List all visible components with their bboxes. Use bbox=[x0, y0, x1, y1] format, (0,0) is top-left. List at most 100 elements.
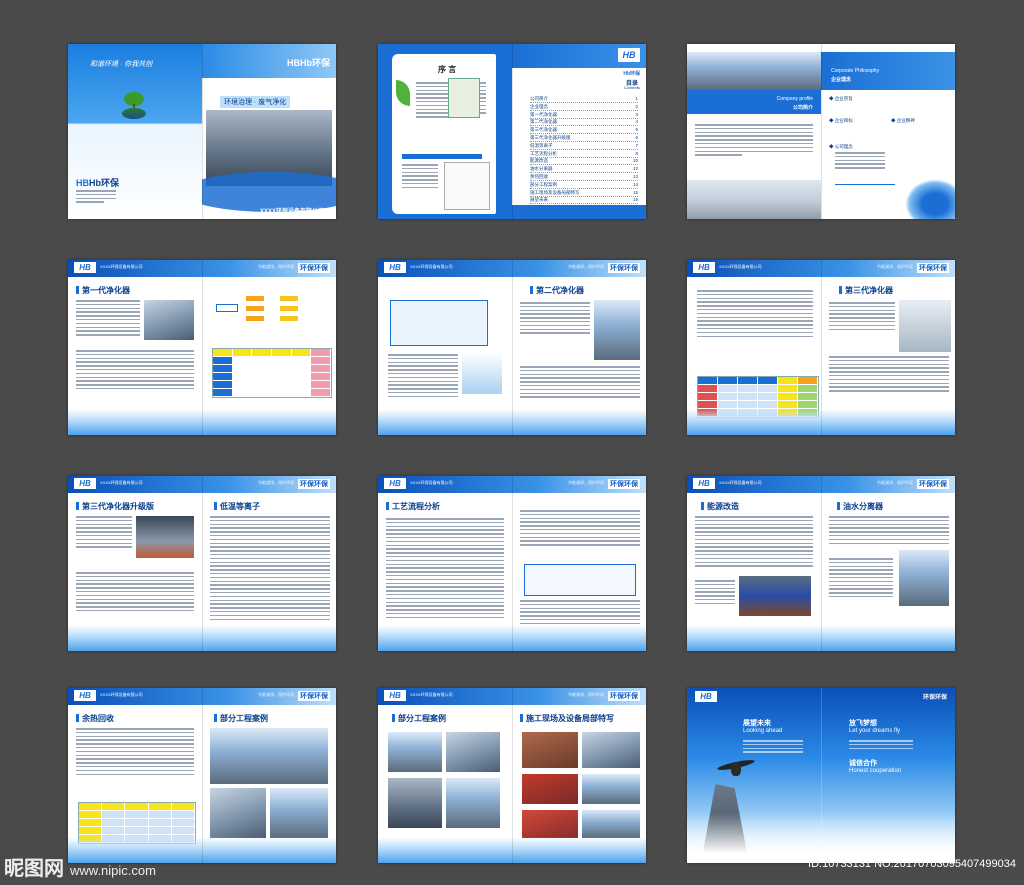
toc-item[interactable]: 能源改造 10 bbox=[530, 158, 638, 166]
toc-item-page: 13 bbox=[632, 174, 638, 179]
toc-item[interactable]: 第三代净化器升级版 6 bbox=[530, 135, 638, 142]
toc-item-page: 12 bbox=[632, 166, 638, 172]
coop-cn: 诚信合作 bbox=[849, 760, 877, 767]
cover-logo: HBHb环保 bbox=[76, 178, 119, 188]
site-photo-7 bbox=[522, 774, 578, 804]
site-photo-4 bbox=[446, 778, 500, 828]
toc-item-label: 油水分离器 bbox=[530, 166, 553, 172]
preface-subheading bbox=[402, 154, 482, 159]
philosophy-item-2: ◆ 企业目标 bbox=[829, 118, 853, 123]
heat-title: 余热回收 bbox=[76, 713, 114, 724]
toc-item[interactable]: 施工现场及设备局部特写 15 bbox=[530, 190, 638, 197]
toc-item[interactable]: 低温等离子 7 bbox=[530, 143, 638, 150]
energy-title: 能源改造 bbox=[701, 501, 739, 512]
site-title: 施工现场及设备局部特写 bbox=[520, 713, 614, 724]
calligraphy-text bbox=[835, 184, 895, 205]
toc-item[interactable]: 余热回收 13 bbox=[530, 174, 638, 181]
process-title: 工艺流程分析 bbox=[386, 501, 440, 512]
toc-item-page: 7 bbox=[635, 142, 638, 148]
toc-item-page: 19 bbox=[632, 197, 638, 203]
energy-oil-spread: HB XXXX环保设备有限公司 节能减排，保护环境 环保环保 能源改造 油水分离器 bbox=[687, 476, 955, 651]
preface-title: 序 言 bbox=[438, 65, 457, 74]
company-spread: Company profile 公司简介 Corporate Philosoph… bbox=[687, 44, 955, 219]
toc-item[interactable]: 第一代净化器 3 bbox=[530, 112, 638, 119]
company-profile-text bbox=[695, 124, 813, 158]
toc-item-page: 14 bbox=[632, 181, 638, 187]
toc-item-label: 工艺流程分析 bbox=[530, 150, 557, 156]
eagle-icon bbox=[716, 756, 756, 778]
toc-item-page: 2 bbox=[635, 103, 638, 109]
blue-leaves-icon bbox=[905, 179, 955, 219]
future-cn: 展望未来 bbox=[743, 720, 771, 727]
toc-item[interactable]: 第三代净化器 5 bbox=[530, 127, 638, 135]
company-profile-en: Company profile bbox=[776, 96, 813, 102]
gen3-photo bbox=[899, 300, 951, 352]
toc-item-label: 部分工程案例 bbox=[530, 181, 557, 187]
certificate-image bbox=[448, 78, 480, 118]
toc-item[interactable]: 部分工程案例 14 bbox=[530, 182, 638, 189]
toc-item-label: 第三代净化器升级版 bbox=[530, 135, 571, 140]
gen1-title: 第一代净化器 bbox=[76, 285, 130, 296]
toc-item-label: 企业理念 bbox=[530, 103, 548, 109]
office-photo bbox=[687, 52, 821, 90]
gen2-spread: HB XXXX环保设备有限公司 节能减排，保护环境 环保环保 第二代净化器 bbox=[378, 260, 646, 435]
philosophy-item-0: ◆ 企业宗旨 bbox=[829, 96, 853, 101]
company-profile-cn: 公司简介 bbox=[792, 105, 813, 111]
toc-item[interactable]: 油水分离器 12 bbox=[530, 166, 638, 174]
site-photo-3 bbox=[388, 778, 442, 828]
cover-slogan: 和谐环境 · 你我共创 bbox=[90, 61, 153, 68]
toc-item-label: 展望未来 bbox=[530, 197, 548, 203]
gen3-spread: HB XXXX环保设备有限公司 节能减排，保护环境 环保环保 第三代净化器 bbox=[687, 260, 955, 435]
philosophy-item-3: ◆ 公司理念 bbox=[829, 144, 853, 149]
gen1-spread: HB XXXX环保设备有限公司 节能减排，保护环境 环保环保 第一代净化器 bbox=[68, 260, 336, 435]
gen1-spec-table bbox=[212, 348, 332, 398]
toc-item-page: 5 bbox=[635, 127, 638, 133]
gen3-title: 第三代净化器 bbox=[839, 285, 893, 296]
site-photo-1 bbox=[388, 732, 442, 772]
certificate-document bbox=[444, 162, 490, 210]
gen2-tower-photo bbox=[594, 300, 640, 360]
factory-building-photo bbox=[687, 180, 821, 219]
site-photo-6 bbox=[582, 732, 640, 768]
oil-title: 油水分离器 bbox=[837, 501, 883, 512]
toc-item[interactable]: 公司简介 1 bbox=[530, 96, 638, 103]
boiler-photo bbox=[739, 576, 811, 616]
back-logo: HB bbox=[695, 691, 717, 702]
toc-item-label: 余热回收 bbox=[530, 174, 548, 179]
cover-front-panel: HBHb环保 环境治理 · 废气净化 XXXX环保设备有限公司 bbox=[202, 44, 336, 219]
toc-item[interactable]: 第二代净化器 4 bbox=[530, 119, 638, 127]
cases-title: 部分工程案例 bbox=[214, 713, 268, 724]
coop-en: Honest cooperation bbox=[849, 768, 902, 774]
preface-page: 序 言 bbox=[378, 44, 512, 219]
process-flow-diagram bbox=[524, 564, 636, 596]
gen3-upgrade-photo bbox=[136, 516, 194, 558]
preface-toc-spread: 序 言 HB Hb环保 目录 Contents 公司简介 1 企业理念 2 第一代净化器… bbox=[378, 44, 646, 219]
toc-item-label: 第三代净化器 bbox=[530, 127, 557, 133]
heat-cases-spread: HB XXXX环保设备有限公司 节能减排，保护环境 环保环保 余热回收 部分工程案例 bbox=[68, 688, 336, 863]
gen2-title: 第二代净化器 bbox=[530, 285, 584, 296]
toc-item[interactable]: 企业理念 2 bbox=[530, 104, 638, 111]
toc-title-en: Contents bbox=[623, 85, 640, 90]
gen1-photo bbox=[144, 300, 194, 340]
site-photo-10 bbox=[582, 810, 640, 838]
image-id-watermark: ID:10733131 NO:20170703095407499034 bbox=[808, 858, 1016, 870]
site-photo-5 bbox=[522, 732, 578, 768]
toc-item-page: 3 bbox=[635, 111, 638, 117]
case-photo-3 bbox=[270, 788, 328, 838]
toc-item-label: 第一代净化器 bbox=[530, 111, 557, 117]
philosophy-cn: 企业理念 bbox=[831, 77, 852, 83]
back-brand: 环保环保 bbox=[922, 695, 947, 701]
toc-item-label: 第二代净化器 bbox=[530, 119, 557, 125]
philosophy-en: Corporate Philosophy bbox=[831, 68, 880, 74]
toc-item-page: 4 bbox=[635, 119, 638, 125]
case-photo-2 bbox=[210, 788, 266, 838]
toc-item[interactable]: 工艺流程分析 8 bbox=[530, 151, 638, 158]
corporate-philosophy-page: Corporate Philosophy 企业理念 ◆ 企业宗旨 ◆ 企业精神 … bbox=[821, 44, 955, 219]
tree-globe-icon bbox=[120, 92, 148, 120]
toc-item-page: 8 bbox=[635, 150, 638, 156]
toc-item-label: 低温等离子 bbox=[530, 142, 553, 148]
dream-cn: 放飞梦想 bbox=[849, 720, 877, 727]
toc-item[interactable]: 展望未来 19 bbox=[530, 197, 638, 205]
gen2-equipment-photo bbox=[462, 352, 502, 394]
philosophy-item-1: ◆ 企业精神 bbox=[891, 118, 915, 123]
